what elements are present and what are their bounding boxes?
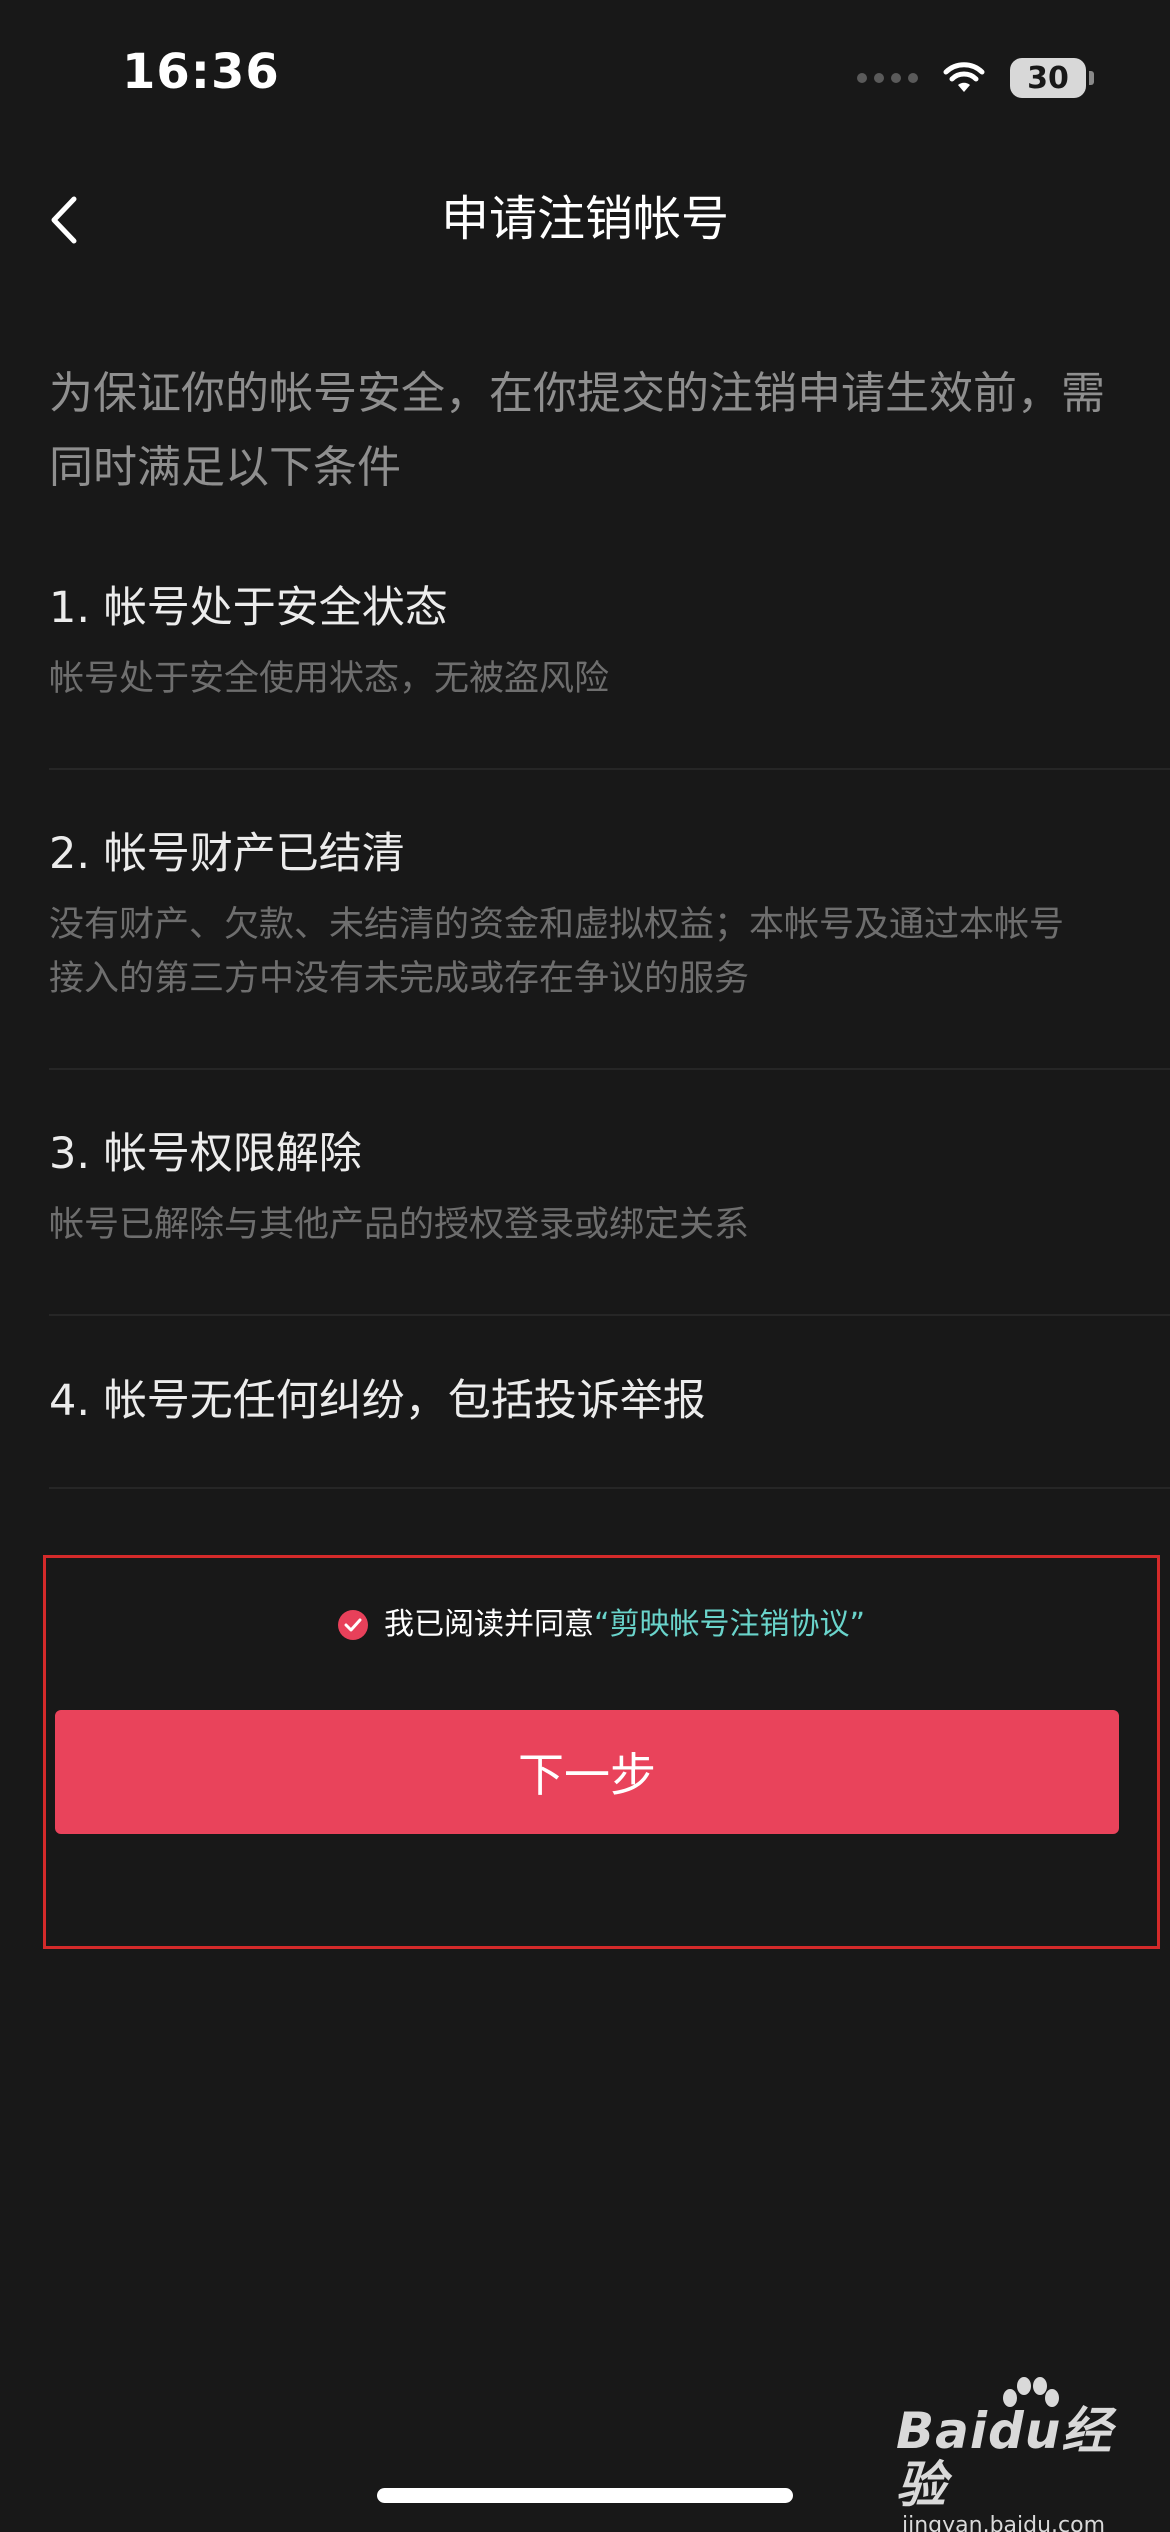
condition-item-security: 1. 帐号处于安全状态 帐号处于安全使用状态，无被盗风险 <box>49 578 1170 770</box>
checkbox-checked-icon[interactable] <box>337 1610 368 1640</box>
wifi-icon <box>943 62 985 92</box>
paw-icon <box>1003 2377 1059 2407</box>
next-button[interactable]: 下一步 <box>55 1710 1119 1834</box>
status-time: 16:36 <box>122 44 280 100</box>
condition-desc: 没有财产、欠款、未结清的资金和虚拟权益；本帐号及通过本帐号接入的第三方中没有未完… <box>49 905 1065 999</box>
agreement-text: 我已阅读并同意 <box>383 1607 594 1642</box>
page-title: 申请注销帐号 <box>440 191 729 247</box>
watermark-logo: Baidu经验 <box>896 2402 1113 2514</box>
home-indicator[interactable] <box>377 2488 793 2503</box>
confirm-area-highlight: 我已阅读并同意 “剪映帐号注销协议” 下一步 <box>43 1555 1160 1949</box>
condition-title: 4. 帐号无任何纠纷，包括投诉举报 <box>49 1376 706 1426</box>
condition-title: 1. 帐号处于安全状态 <box>49 583 448 633</box>
condition-item-permissions: 3. 帐号权限解除 帐号已解除与其他产品的授权登录或绑定关系 <box>49 1124 1170 1316</box>
condition-item-assets: 2. 帐号财产已结清 没有财产、欠款、未结清的资金和虚拟权益；本帐号及通过本帐号… <box>49 824 1170 1070</box>
intro-text: 为保证你的帐号安全，在你提交的注销申请生效前，需同时满足以下条件 <box>49 368 1105 493</box>
battery-icon: 30 <box>1010 58 1094 98</box>
condition-item-disputes: 4. 帐号无任何纠纷，包括投诉举报 <box>49 1371 1170 1489</box>
condition-desc: 帐号已解除与其他产品的授权登录或绑定关系 <box>49 1205 750 1245</box>
cellular-signal-icon <box>857 73 918 83</box>
agreement-row: 我已阅读并同意 “剪映帐号注销协议” <box>46 1601 1157 1649</box>
status-icons: 30 <box>857 54 1094 102</box>
condition-title: 2. 帐号财产已结清 <box>49 829 405 879</box>
watermark-url: jingyan.baidu.com <box>902 2513 1106 2532</box>
agreement-link[interactable]: “剪映帐号注销协议” <box>594 1601 865 1649</box>
condition-title: 3. 帐号权限解除 <box>49 1129 362 1179</box>
app-screen: 16:36 30 申请注销帐号 为保证你的帐号安全，在你提交的注销申请生效前，需… <box>0 0 1170 2532</box>
condition-desc: 帐号处于安全使用状态，无被盗风险 <box>49 659 610 699</box>
baidu-watermark: Baidu经验 jingyan.baidu.com <box>896 2377 1136 2532</box>
battery-level: 30 <box>1027 60 1069 96</box>
